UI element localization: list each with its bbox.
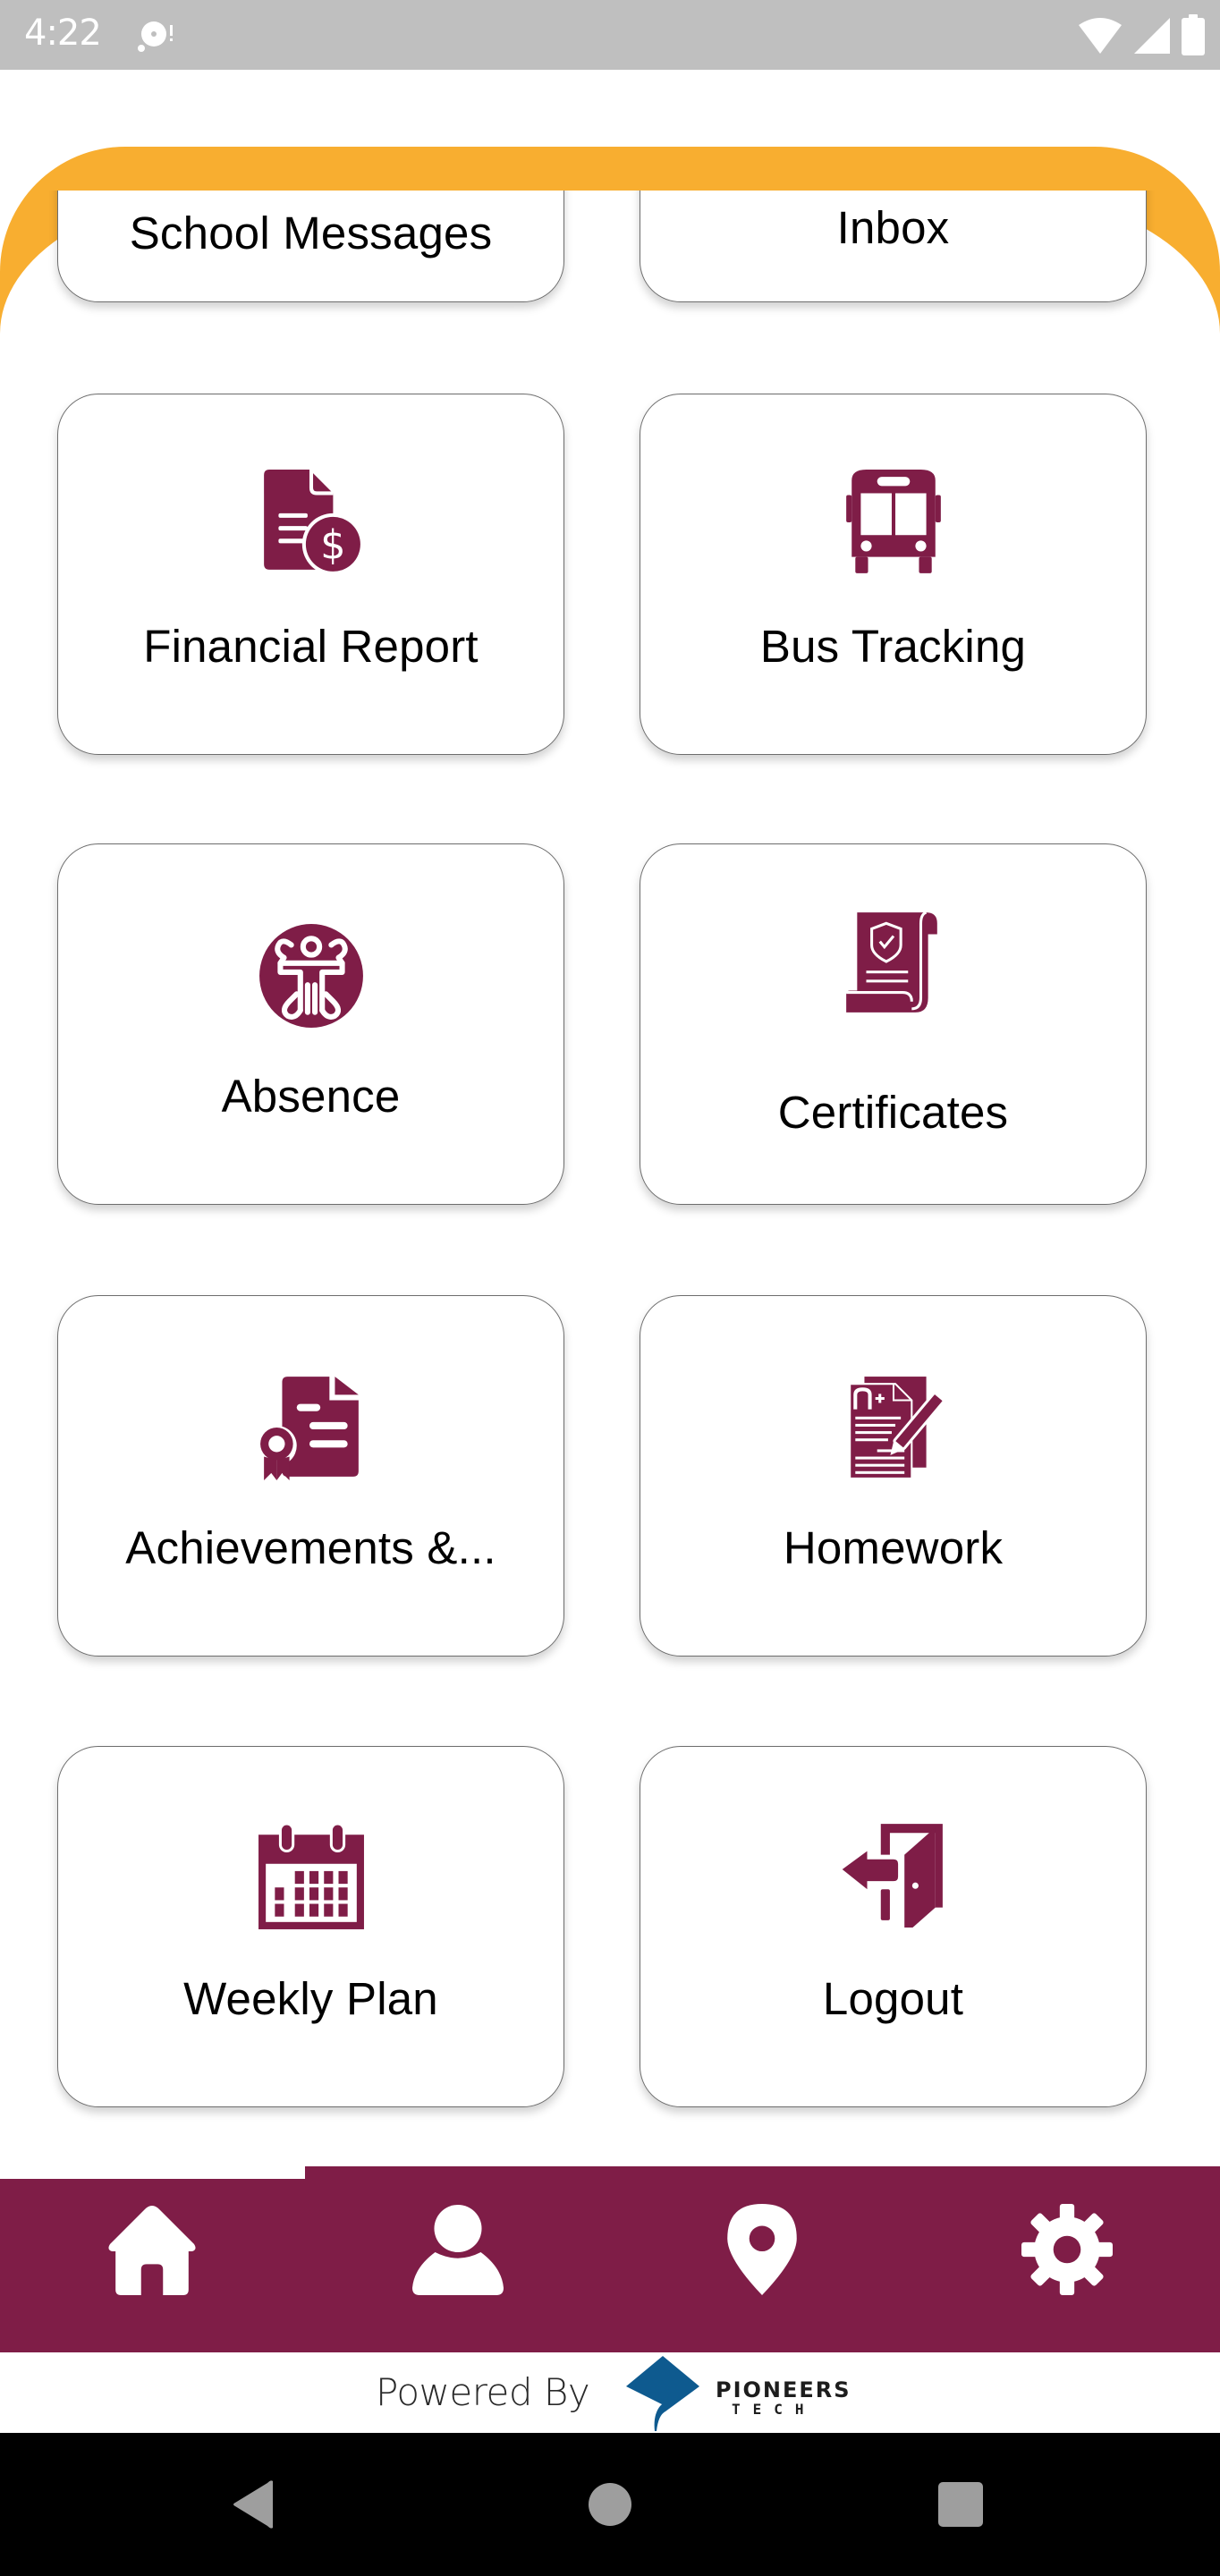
svg-text:$: $ [320, 521, 345, 569]
powered-by-text: Powered By [376, 2370, 590, 2414]
gear-icon [1021, 2204, 1113, 2295]
status-bar: 4:22 [0, 0, 1220, 70]
menu-card-school-messages[interactable]: School Messages [57, 191, 564, 302]
menu-card-label: Inbox [836, 202, 950, 253]
pioneers-logo-icon [626, 2356, 699, 2431]
menu-card-certificates[interactable]: Certificates [640, 843, 1147, 1205]
menu-card-achievements[interactable]: Achievements &... [57, 1295, 564, 1657]
logout-icon [838, 1824, 943, 1928]
menu-card-weekly-plan[interactable]: Weekly Plan [57, 1746, 564, 2107]
system-back-button[interactable] [225, 2476, 283, 2533]
financial-report-icon: $ [263, 470, 364, 575]
status-time: 4:22 [24, 13, 102, 54]
homework-icon [848, 1377, 945, 1479]
bottom-nav-indicator [0, 2166, 305, 2179]
person-icon [412, 2205, 504, 2295]
home-icon [108, 2206, 196, 2295]
media-notification-icon [138, 21, 173, 52]
home-circle-icon [589, 2483, 631, 2526]
menu-card-label: Homework [783, 1522, 1004, 1573]
status-icons [1077, 14, 1206, 55]
cellular-signal-icon [1134, 18, 1170, 54]
menu-card-label: Weekly Plan [183, 1973, 438, 2024]
map-pin-icon [727, 2204, 797, 2295]
menu-card-logout[interactable]: Logout [640, 1746, 1147, 2107]
menu-card-label: Logout [822, 1973, 964, 2024]
battery-icon [1182, 14, 1205, 55]
calendar-icon [258, 1822, 364, 1929]
menu-card-bus-tracking[interactable]: Bus Tracking [640, 394, 1147, 755]
system-home-button[interactable] [581, 2476, 639, 2533]
nav-location-button[interactable] [713, 2200, 811, 2299]
menu-card-label: Achievements &... [125, 1522, 496, 1573]
bus-icon [845, 470, 941, 573]
nav-home-button[interactable] [103, 2200, 201, 2299]
absence-icon [258, 924, 363, 1028]
back-icon [233, 2480, 273, 2529]
wifi-icon [1079, 18, 1122, 54]
menu-card-financial-report[interactable]: $ Financial Report [57, 394, 564, 755]
menu-card-label: Absence [221, 1071, 401, 1122]
company-name: PIONEERS [716, 2377, 851, 2402]
system-recents-button[interactable] [932, 2476, 989, 2533]
menu-scroll-area[interactable]: School Messages Inbox $ Financial Report [0, 191, 1220, 2166]
achievement-icon [256, 1377, 359, 1480]
menu-card-inbox[interactable]: Inbox [640, 191, 1147, 302]
menu-card-label: Bus Tracking [759, 621, 1027, 672]
nav-profile-button[interactable] [409, 2200, 507, 2299]
menu-card-label: Financial Report [143, 621, 479, 672]
menu-card-label: School Messages [129, 208, 493, 258]
menu-card-homework[interactable]: Homework [640, 1295, 1147, 1657]
company-subtitle: TECH [732, 2401, 817, 2418]
nav-settings-button[interactable] [1018, 2200, 1116, 2299]
powered-by-footer [0, 2352, 1220, 2433]
menu-card-absence[interactable]: Absence [57, 843, 564, 1205]
recents-icon [938, 2482, 983, 2527]
menu-card-label: Certificates [777, 1087, 1009, 1138]
certificate-icon [845, 911, 937, 1013]
